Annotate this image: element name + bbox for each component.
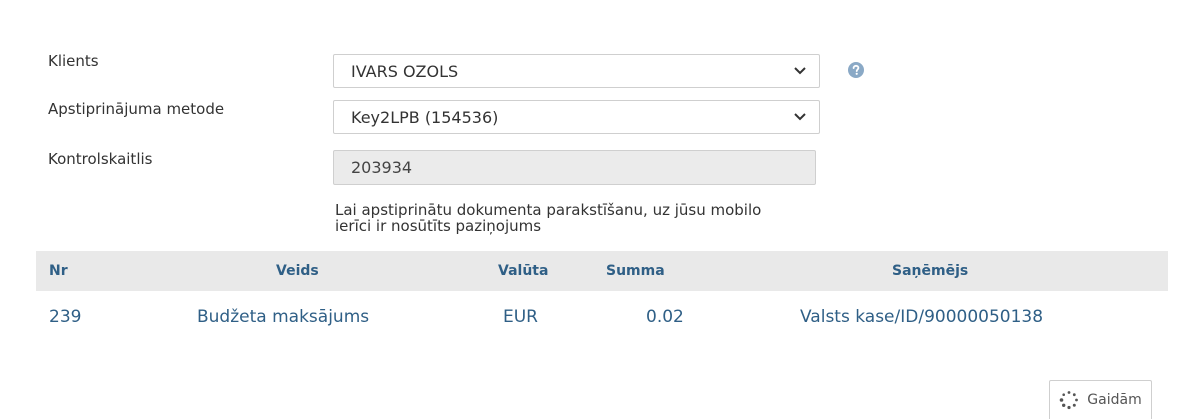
spinner-icon (1059, 390, 1079, 410)
table-header: Nr Veids Valūta Summa Saņēmējs (36, 251, 1168, 291)
chevron-down-icon (793, 112, 807, 122)
cell-type: Budžeta maksājums (197, 307, 370, 327)
notice-line: Lai apstiprinātu dokumenta parakstīšanu,… (335, 201, 762, 219)
client-label: Klients (48, 52, 99, 70)
approval-method-value: Key2LPB (154536) (351, 107, 499, 127)
client-select[interactable]: IVARS OZOLS (333, 54, 820, 88)
checksum-field: 203934 (333, 150, 816, 185)
column-header-type: Veids (276, 263, 319, 279)
table-row: 239 Budžeta maksājums EUR 0.02 Valsts ka… (36, 291, 1168, 343)
chevron-down-icon (793, 66, 807, 76)
cell-currency: EUR (503, 307, 538, 327)
question-circle-icon[interactable] (848, 62, 864, 78)
approval-method-select[interactable]: Key2LPB (154536) (333, 100, 820, 134)
waiting-button-label: Gaidām (1087, 392, 1142, 408)
cell-amount: 0.02 (646, 307, 684, 327)
notice-line: ierīci ir nosūtīts paziņojums (335, 217, 542, 235)
notice-text: Lai apstiprinātu dokumenta parakstīšanu,… (335, 202, 855, 234)
checksum-value: 203934 (351, 158, 413, 177)
column-header-currency: Valūta (498, 263, 549, 279)
column-header-nr: Nr (49, 263, 68, 279)
cell-nr: 239 (49, 307, 82, 327)
waiting-button[interactable]: Gaidām (1049, 380, 1152, 419)
column-header-recipient: Saņēmējs (892, 263, 969, 279)
column-header-amount: Summa (606, 263, 665, 279)
approval-method-label: Apstiprinājuma metode (48, 100, 225, 118)
client-select-value: IVARS OZOLS (351, 61, 459, 81)
cell-recipient: Valsts kase/ID/90000050138 (800, 307, 1044, 327)
checksum-label: Kontrolskaitlis (48, 150, 153, 168)
